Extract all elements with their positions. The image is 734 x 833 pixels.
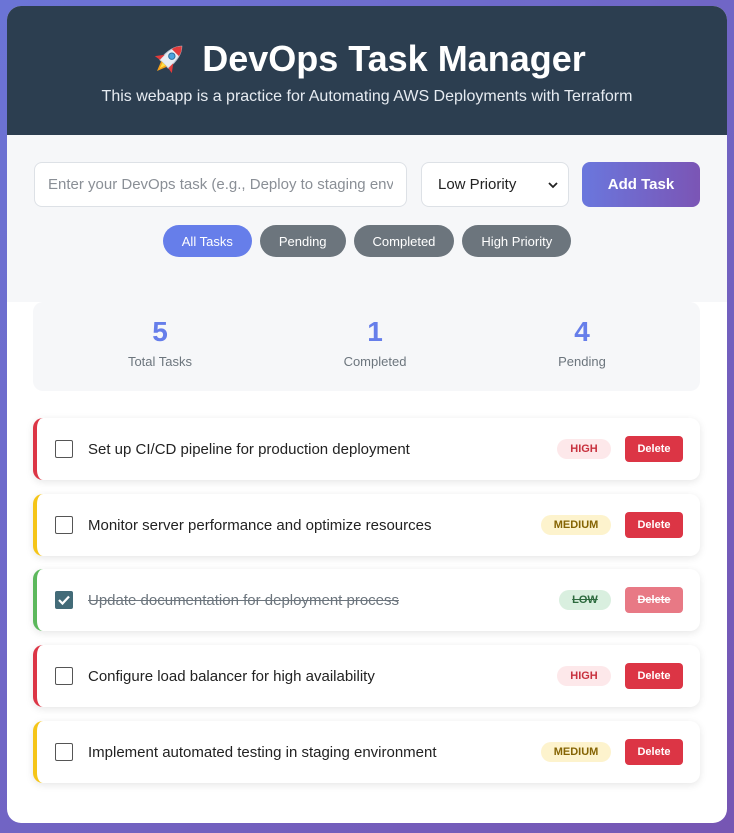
stat-pending: 4 Pending (522, 316, 642, 369)
header: DevOps Task Manager This webapp is a pra… (7, 6, 727, 135)
task-checkbox[interactable] (55, 440, 73, 458)
stat-total-label: Total Tasks (127, 354, 193, 369)
checkmark-icon (58, 595, 70, 606)
priority-badge: LOW (559, 590, 611, 610)
task-input[interactable] (34, 162, 407, 207)
add-task-button[interactable]: Add Task (582, 162, 700, 207)
stat-completed-value: 1 (367, 316, 383, 347)
task-item: Configure load balancer for high availab… (33, 645, 700, 707)
filter-all-tasks[interactable]: All Tasks (162, 225, 252, 257)
add-task-form: Low Priority Add Task (34, 162, 727, 207)
task-text: Update documentation for deployment proc… (88, 591, 400, 609)
task-text: Configure load balancer for high availab… (88, 667, 375, 685)
task-text: Set up CI/CD pipeline for production dep… (88, 440, 410, 458)
priority-select-value: Low Priority (438, 176, 517, 193)
chevron-down-icon (548, 181, 558, 188)
priority-badge: HIGH (557, 439, 611, 459)
app-container: DevOps Task Manager This webapp is a pra… (7, 6, 727, 823)
delete-button[interactable]: Delete (625, 587, 683, 613)
page-subtitle: This webapp is a practice for Automating… (101, 88, 633, 105)
stat-pending-value: 4 (574, 316, 590, 347)
filter-pending[interactable]: Pending (259, 225, 346, 257)
priority-select[interactable]: Low Priority (421, 162, 569, 207)
task-text: Monitor server performance and optimize … (88, 516, 432, 534)
stat-total: 5 Total Tasks (100, 316, 220, 369)
task-item: Monitor server performance and optimize … (33, 494, 700, 556)
task-checkbox[interactable] (55, 591, 73, 609)
stat-pending-label: Pending (558, 354, 606, 369)
rocket-icon (155, 45, 183, 74)
stat-total-value: 5 (152, 316, 168, 347)
task-text: Implement automated testing in staging e… (88, 743, 437, 761)
task-item: Update documentation for deployment proc… (33, 569, 700, 631)
filter-bar: All Tasks Pending Completed High Priorit… (7, 225, 727, 257)
task-item: Set up CI/CD pipeline for production dep… (33, 418, 700, 480)
title-text: DevOps Task Manager (202, 38, 586, 79)
delete-button[interactable]: Delete (625, 739, 683, 765)
delete-button[interactable]: Delete (625, 512, 683, 538)
stat-completed-label: Completed (343, 354, 407, 369)
priority-badge: HIGH (557, 666, 611, 686)
priority-badge: MEDIUM (541, 515, 611, 535)
task-checkbox[interactable] (55, 743, 73, 761)
stat-completed: 1 Completed (315, 316, 435, 369)
filter-high-priority[interactable]: High Priority (462, 225, 572, 257)
stats-panel: 5 Total Tasks 1 Completed 4 Pending (33, 302, 700, 391)
delete-button[interactable]: Delete (625, 663, 683, 689)
task-checkbox[interactable] (55, 667, 73, 685)
task-checkbox[interactable] (55, 516, 73, 534)
delete-button[interactable]: Delete (625, 436, 683, 462)
page-title: DevOps Task Manager (7, 6, 727, 80)
task-item: Implement automated testing in staging e… (33, 721, 700, 783)
filter-completed[interactable]: Completed (353, 225, 455, 257)
priority-badge: MEDIUM (541, 742, 611, 762)
task-controls: Low Priority Add Task All Tasks Pending … (7, 135, 727, 302)
